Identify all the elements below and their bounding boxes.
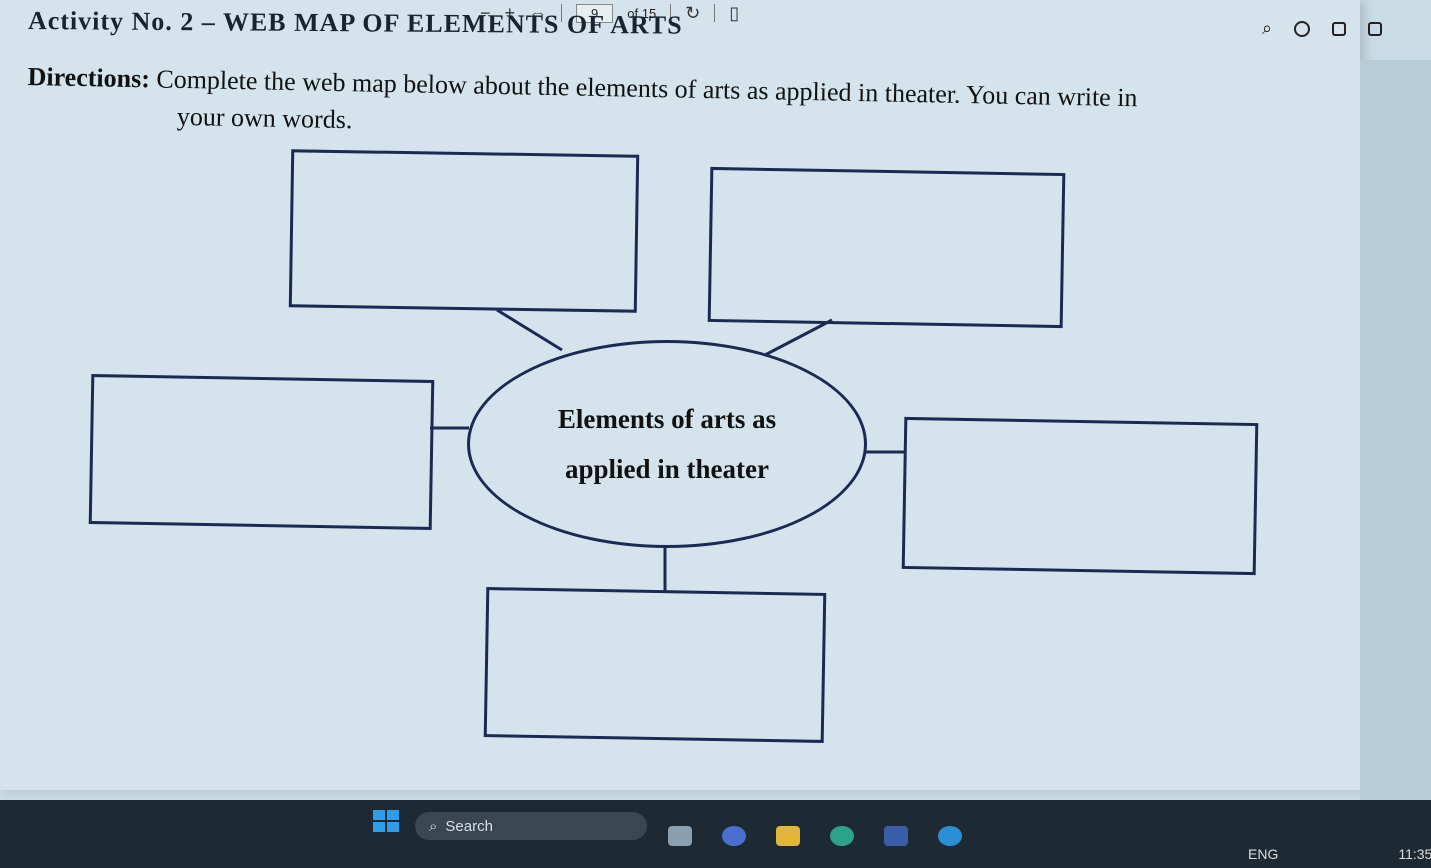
taskbar-apps — [668, 826, 962, 846]
chat-app-icon[interactable] — [722, 826, 746, 846]
connector-top-left — [496, 308, 563, 352]
browser-icon[interactable] — [938, 826, 962, 846]
start-button[interactable] — [373, 810, 399, 832]
answer-box-bottom[interactable] — [483, 587, 827, 743]
answer-box-right[interactable] — [901, 416, 1259, 576]
system-tray: ENG 11:35 — [1248, 846, 1431, 862]
connector-top-right — [764, 318, 833, 357]
answer-box-top-left[interactable] — [288, 149, 640, 313]
center-topic-line-1: Elements of arts as — [557, 404, 777, 434]
taskbar-search-input[interactable]: ⌕ Search — [415, 812, 647, 840]
store-app-icon[interactable] — [884, 826, 908, 846]
windows-logo-icon — [373, 810, 385, 820]
file-explorer-icon[interactable] — [776, 826, 800, 846]
search-icon: ⌕ — [429, 817, 438, 835]
center-topic-ellipse: Elements of arts as applied in theater — [467, 340, 867, 548]
answer-box-left[interactable] — [88, 374, 435, 530]
language-indicator[interactable]: ENG — [1248, 846, 1278, 862]
answer-box-top-right[interactable] — [707, 166, 1066, 329]
search-placeholder: Search — [445, 817, 493, 835]
edge-browser-icon[interactable] — [830, 826, 854, 846]
center-topic-line-2: applied in theater — [564, 454, 769, 484]
task-view-icon[interactable] — [668, 826, 692, 846]
clock[interactable]: 11:35 — [1398, 846, 1431, 862]
